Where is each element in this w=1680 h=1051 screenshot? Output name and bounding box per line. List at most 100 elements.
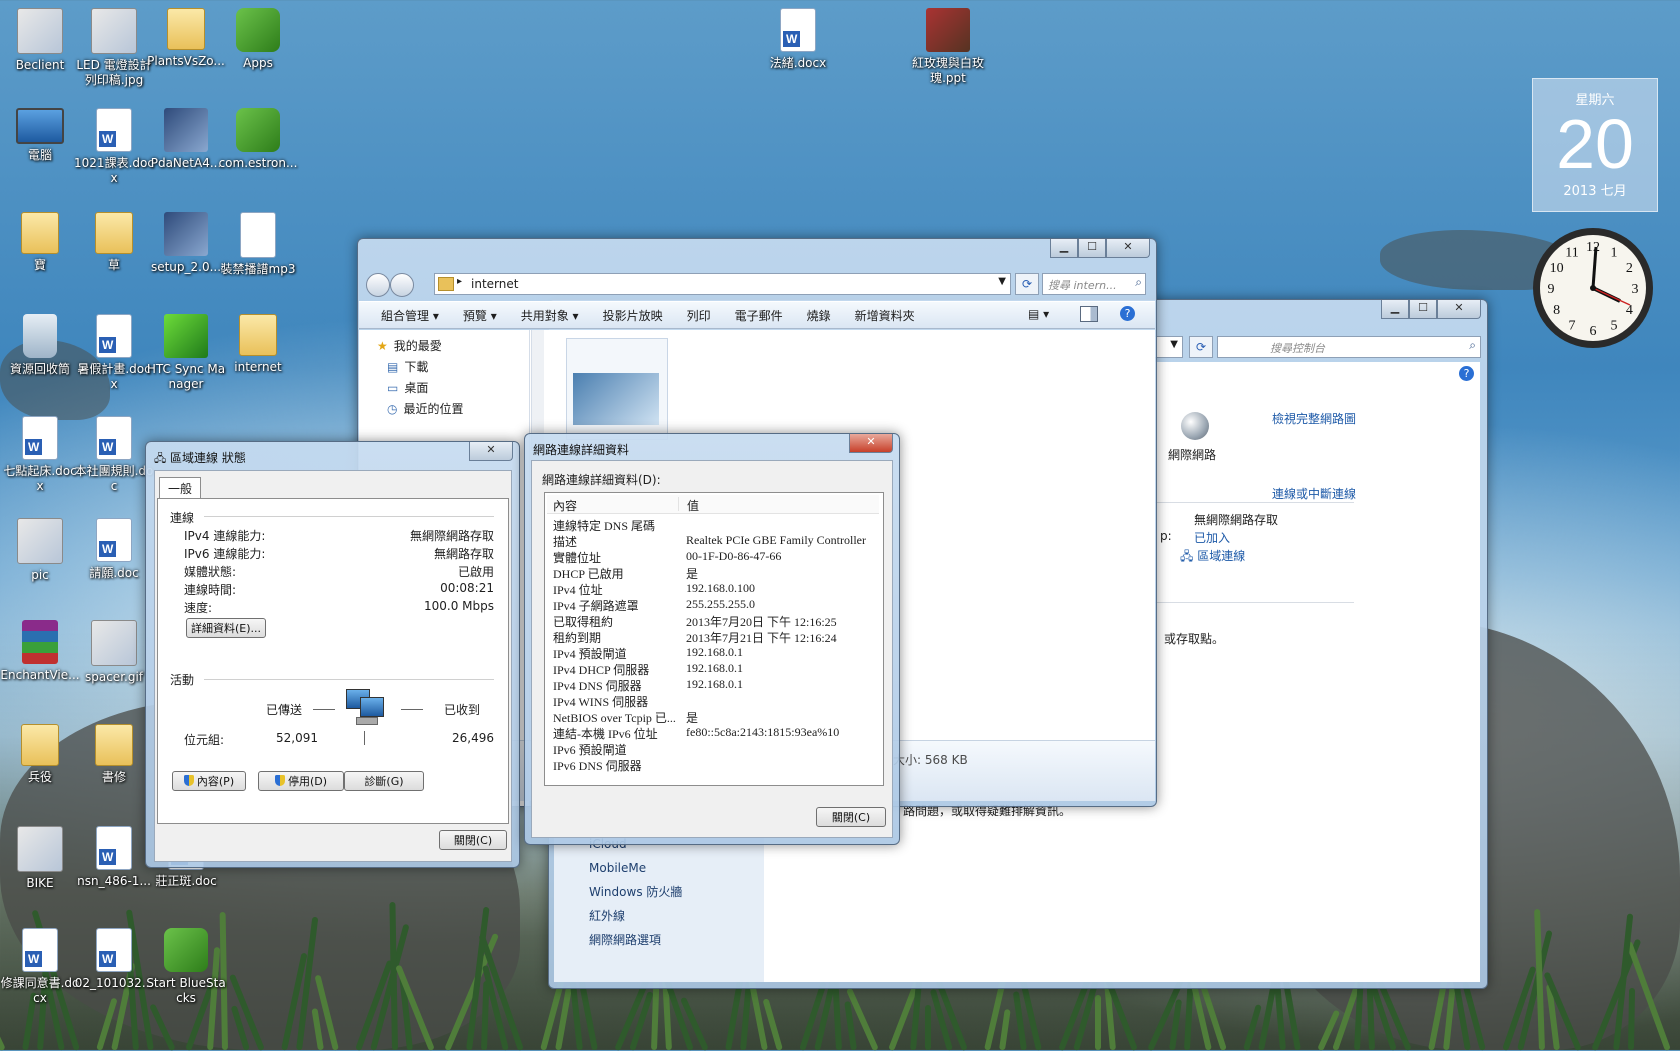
see-also-link[interactable]: MobileMe xyxy=(589,856,682,880)
close-button[interactable]: ✕ xyxy=(1106,239,1150,258)
column-divider[interactable] xyxy=(678,497,679,511)
desktop-icon[interactable]: 七點起床.docx xyxy=(0,416,80,494)
details-button[interactable]: 詳細資料(E)... xyxy=(186,618,267,638)
maximize-button[interactable]: ☐ xyxy=(1409,300,1437,319)
detail-row[interactable]: NetBIOS over Tcpip 已... 是 xyxy=(553,709,881,725)
chevron-down-icon[interactable]: ▼ xyxy=(998,276,1006,287)
view-full-map-link[interactable]: 檢視完整網路圖 xyxy=(1272,410,1356,427)
connect-disconnect-link[interactable]: 連線或中斷連線 xyxy=(1272,485,1356,502)
desktop-icon[interactable]: 資源回收筒 xyxy=(0,314,80,377)
desktop-icon[interactable]: nsn_486-1... xyxy=(74,826,154,889)
desktop-icon[interactable]: LED 電燈設計列印稿.jpg xyxy=(74,8,154,88)
desktop-icon[interactable]: 本社團規則.doc xyxy=(74,416,154,494)
desktop-icon[interactable]: internet xyxy=(218,314,298,375)
desktop-icon[interactable]: EnchantVie... xyxy=(0,620,80,683)
diagnose-button[interactable]: 診斷(G) xyxy=(344,771,424,791)
desktop-icon[interactable]: 請願.doc xyxy=(74,518,154,581)
desktop-icon[interactable]: 紅玫瑰與白玫瑰.ppt xyxy=(908,8,988,86)
view-options-icon[interactable]: ▤ ▾ xyxy=(1028,307,1049,321)
close-dialog-button[interactable]: 關閉(C) xyxy=(816,807,886,827)
chevron-down-icon[interactable]: ▼ xyxy=(1170,339,1178,350)
desktop-icon[interactable]: pic xyxy=(0,518,80,583)
toolbar-item[interactable]: 預覽 ▾ xyxy=(463,307,497,324)
desktop-icon[interactable]: 電腦 xyxy=(0,108,80,163)
forward-button[interactable] xyxy=(390,273,414,297)
desktop-icon[interactable]: Start BlueStacks xyxy=(146,928,226,1006)
see-also-link[interactable]: 網際網路選項 xyxy=(589,928,682,952)
desktop-icon[interactable]: 草 xyxy=(74,212,154,273)
help-icon[interactable]: ? xyxy=(1459,366,1474,381)
toolbar-item[interactable]: 組合管理 ▾ xyxy=(381,307,439,324)
desktop-icon[interactable]: 書修 xyxy=(74,724,154,785)
detail-row[interactable]: 實體位址 00-1F-D0-86-47-66 xyxy=(553,549,881,565)
nav-item[interactable]: ◷ 最近的位置 xyxy=(359,399,529,420)
desktop-icon[interactable]: 寶 xyxy=(0,212,80,273)
detail-row[interactable]: 已取得租約 2013年7月20日 下午 12:16:25 xyxy=(553,613,881,629)
minimize-button[interactable]: ▁ xyxy=(1381,300,1409,319)
close-button[interactable]: ✕ xyxy=(1437,300,1481,319)
refresh-icon[interactable]: ⟳ xyxy=(1015,273,1039,295)
address-text[interactable]: internet xyxy=(471,277,518,291)
refresh-icon[interactable]: ⟳ xyxy=(1189,336,1213,358)
connection-details-dialog[interactable]: 網路連線詳細資料 ✕ 網路連線詳細資料(D): 內容 值 連線特定 DNS 尾碼… xyxy=(524,433,900,845)
connection-status-dialog[interactable]: 🖧 區域連線 狀態 ✕ 一般 連線 IPv4 連線能力: 無網際網路存取 IPv6 … xyxy=(145,441,520,868)
detail-row[interactable]: IPv4 WINS 伺服器 xyxy=(553,693,881,709)
detail-row[interactable]: 連線特定 DNS 尾碼 xyxy=(553,517,881,533)
cp-search-input[interactable]: 搜尋控制台 ⌕ xyxy=(1217,336,1481,358)
back-button[interactable] xyxy=(366,273,390,297)
clock-gadget[interactable]: 12 1 2 3 4 5 6 7 8 9 10 11 xyxy=(1530,225,1656,351)
breadcrumb-arrow[interactable]: ▸ xyxy=(457,276,462,287)
detail-row[interactable]: IPv4 DHCP 伺服器 192.168.0.1 xyxy=(553,661,881,677)
toolbar-item[interactable]: 新增資料夾 xyxy=(855,307,915,324)
help-icon[interactable]: ? xyxy=(1120,306,1135,321)
desktop-icon[interactable]: PlantsVsZo... xyxy=(146,8,226,69)
minimize-button[interactable]: ▁ xyxy=(1050,239,1078,258)
desktop-icon[interactable]: 修課同意書.docx xyxy=(0,928,80,1006)
detail-row[interactable]: DHCP 已啟用 是 xyxy=(553,565,881,581)
close-button[interactable]: ✕ xyxy=(469,442,513,461)
detail-row[interactable]: 描述 Realtek PCIe GBE Family Controller xyxy=(553,533,881,549)
see-also-link[interactable]: 紅外線 xyxy=(589,904,682,928)
desktop-icon[interactable]: setup_2.0... xyxy=(146,212,226,275)
desktop-icon[interactable]: 裝禁播譜mp3 xyxy=(218,212,298,277)
column-header-value[interactable]: 值 xyxy=(687,497,699,514)
desktop-icon[interactable]: PdaNetA4... xyxy=(146,108,226,171)
desktop-icon[interactable]: Beclient xyxy=(0,8,80,73)
close-button[interactable]: ✕ xyxy=(849,434,893,453)
detail-row[interactable]: IPv4 DNS 伺服器 192.168.0.1 xyxy=(553,677,881,693)
column-header-property[interactable]: 內容 xyxy=(553,497,577,514)
desktop-icon[interactable]: 法緒.docx xyxy=(758,8,838,71)
desktop-icon[interactable]: 02_101032... xyxy=(74,928,154,991)
nav-item[interactable]: ▤ 下載 xyxy=(359,357,529,378)
desktop-icon[interactable]: spacer.gif xyxy=(74,620,154,685)
search-input[interactable]: 搜尋 intern... ⌕ xyxy=(1042,273,1146,295)
desktop-icon[interactable]: 兵役 xyxy=(0,724,80,785)
detail-row[interactable]: IPv4 位址 192.168.0.100 xyxy=(553,581,881,597)
file-thumbnail[interactable] xyxy=(566,338,668,440)
nav-item[interactable]: ★ 我的最愛 xyxy=(359,336,529,357)
toolbar-item[interactable]: 列印 xyxy=(687,307,711,324)
desktop-icon[interactable]: com.estron... xyxy=(218,108,298,171)
calendar-gadget[interactable]: 星期六 20 2013 七月 xyxy=(1532,78,1658,212)
detail-row[interactable]: IPv6 預設閘道 xyxy=(553,741,881,757)
toolbar-item[interactable]: 共用對象 ▾ xyxy=(521,307,579,324)
detail-row[interactable]: IPv6 DNS 伺服器 xyxy=(553,757,881,773)
detail-row[interactable]: 連結-本機 IPv6 位址 fe80::5c8a:2143:1815:93ea%1… xyxy=(553,725,881,741)
see-also-link[interactable]: Windows 防火牆 xyxy=(589,880,682,904)
properties-button[interactable]: 內容(P) xyxy=(172,771,246,791)
detail-row[interactable]: IPv4 預設閘道 192.168.0.1 xyxy=(553,645,881,661)
detail-row[interactable]: 租約到期 2013年7月21日 下午 12:16:24 xyxy=(553,629,881,645)
connection-link[interactable]: 🖧 區域連線 xyxy=(1180,547,1245,568)
toolbar-item[interactable]: 投影片放映 xyxy=(603,307,663,324)
joined-link[interactable]: 已加入 xyxy=(1194,529,1230,546)
desktop-icon[interactable]: HTC Sync Manager xyxy=(146,314,226,392)
desktop-icon[interactable]: 1021課表.docx xyxy=(74,108,154,186)
toolbar-item[interactable]: 燒錄 xyxy=(807,307,831,324)
nav-item[interactable]: ▭ 桌面 xyxy=(359,378,529,399)
preview-pane-icon[interactable] xyxy=(1080,306,1098,322)
toolbar-item[interactable]: 電子郵件 xyxy=(735,307,783,324)
nav-scrollbar[interactable] xyxy=(531,330,544,450)
address-bar[interactable]: ▸ internet ▼ xyxy=(434,273,1011,295)
desktop-icon[interactable]: 暑假計畫.docx xyxy=(74,314,154,392)
desktop-icon[interactable]: BIKE xyxy=(0,826,80,891)
